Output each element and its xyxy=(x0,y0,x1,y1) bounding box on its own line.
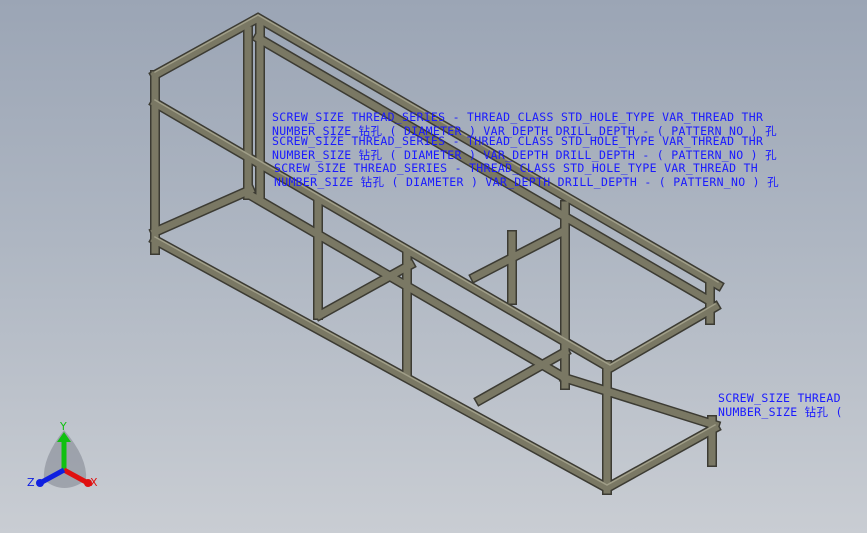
z-axis-label: Z xyxy=(27,476,35,489)
callout-line-1: SCREW_SIZE THREAD_SERIES - THREAD_CLASS … xyxy=(274,161,758,175)
steel-frame-model[interactable] xyxy=(148,12,725,495)
callout-line-1: SCREW_SIZE THREAD xyxy=(718,391,841,405)
reference-triad: Y X Z xyxy=(27,420,98,489)
hole-callout-4[interactable]: SCREW_SIZE THREAD NUMBER_SIZE 钻孔 ( xyxy=(718,391,843,419)
callout-line-2: NUMBER_SIZE 钻孔 ( DIAMETER ) VAR_DEPTH DR… xyxy=(272,148,777,162)
y-axis-label: Y xyxy=(59,420,67,433)
hole-callout-3[interactable]: SCREW_SIZE THREAD_SERIES - THREAD_CLASS … xyxy=(274,161,779,189)
callout-line-2: NUMBER_SIZE 钻孔 ( xyxy=(718,405,843,419)
hole-callout-2[interactable]: SCREW_SIZE THREAD_SERIES - THREAD_CLASS … xyxy=(272,134,777,162)
model-viewport[interactable] xyxy=(0,0,867,533)
x-axis-label: X xyxy=(90,476,98,489)
callout-line-2: NUMBER_SIZE 钻孔 ( DIAMETER ) VAR_DEPTH DR… xyxy=(274,175,779,189)
callout-line-1: SCREW_SIZE THREAD_SERIES - THREAD_CLASS … xyxy=(272,110,764,124)
callout-line-1: SCREW_SIZE THREAD_SERIES - THREAD_CLASS … xyxy=(272,134,764,148)
